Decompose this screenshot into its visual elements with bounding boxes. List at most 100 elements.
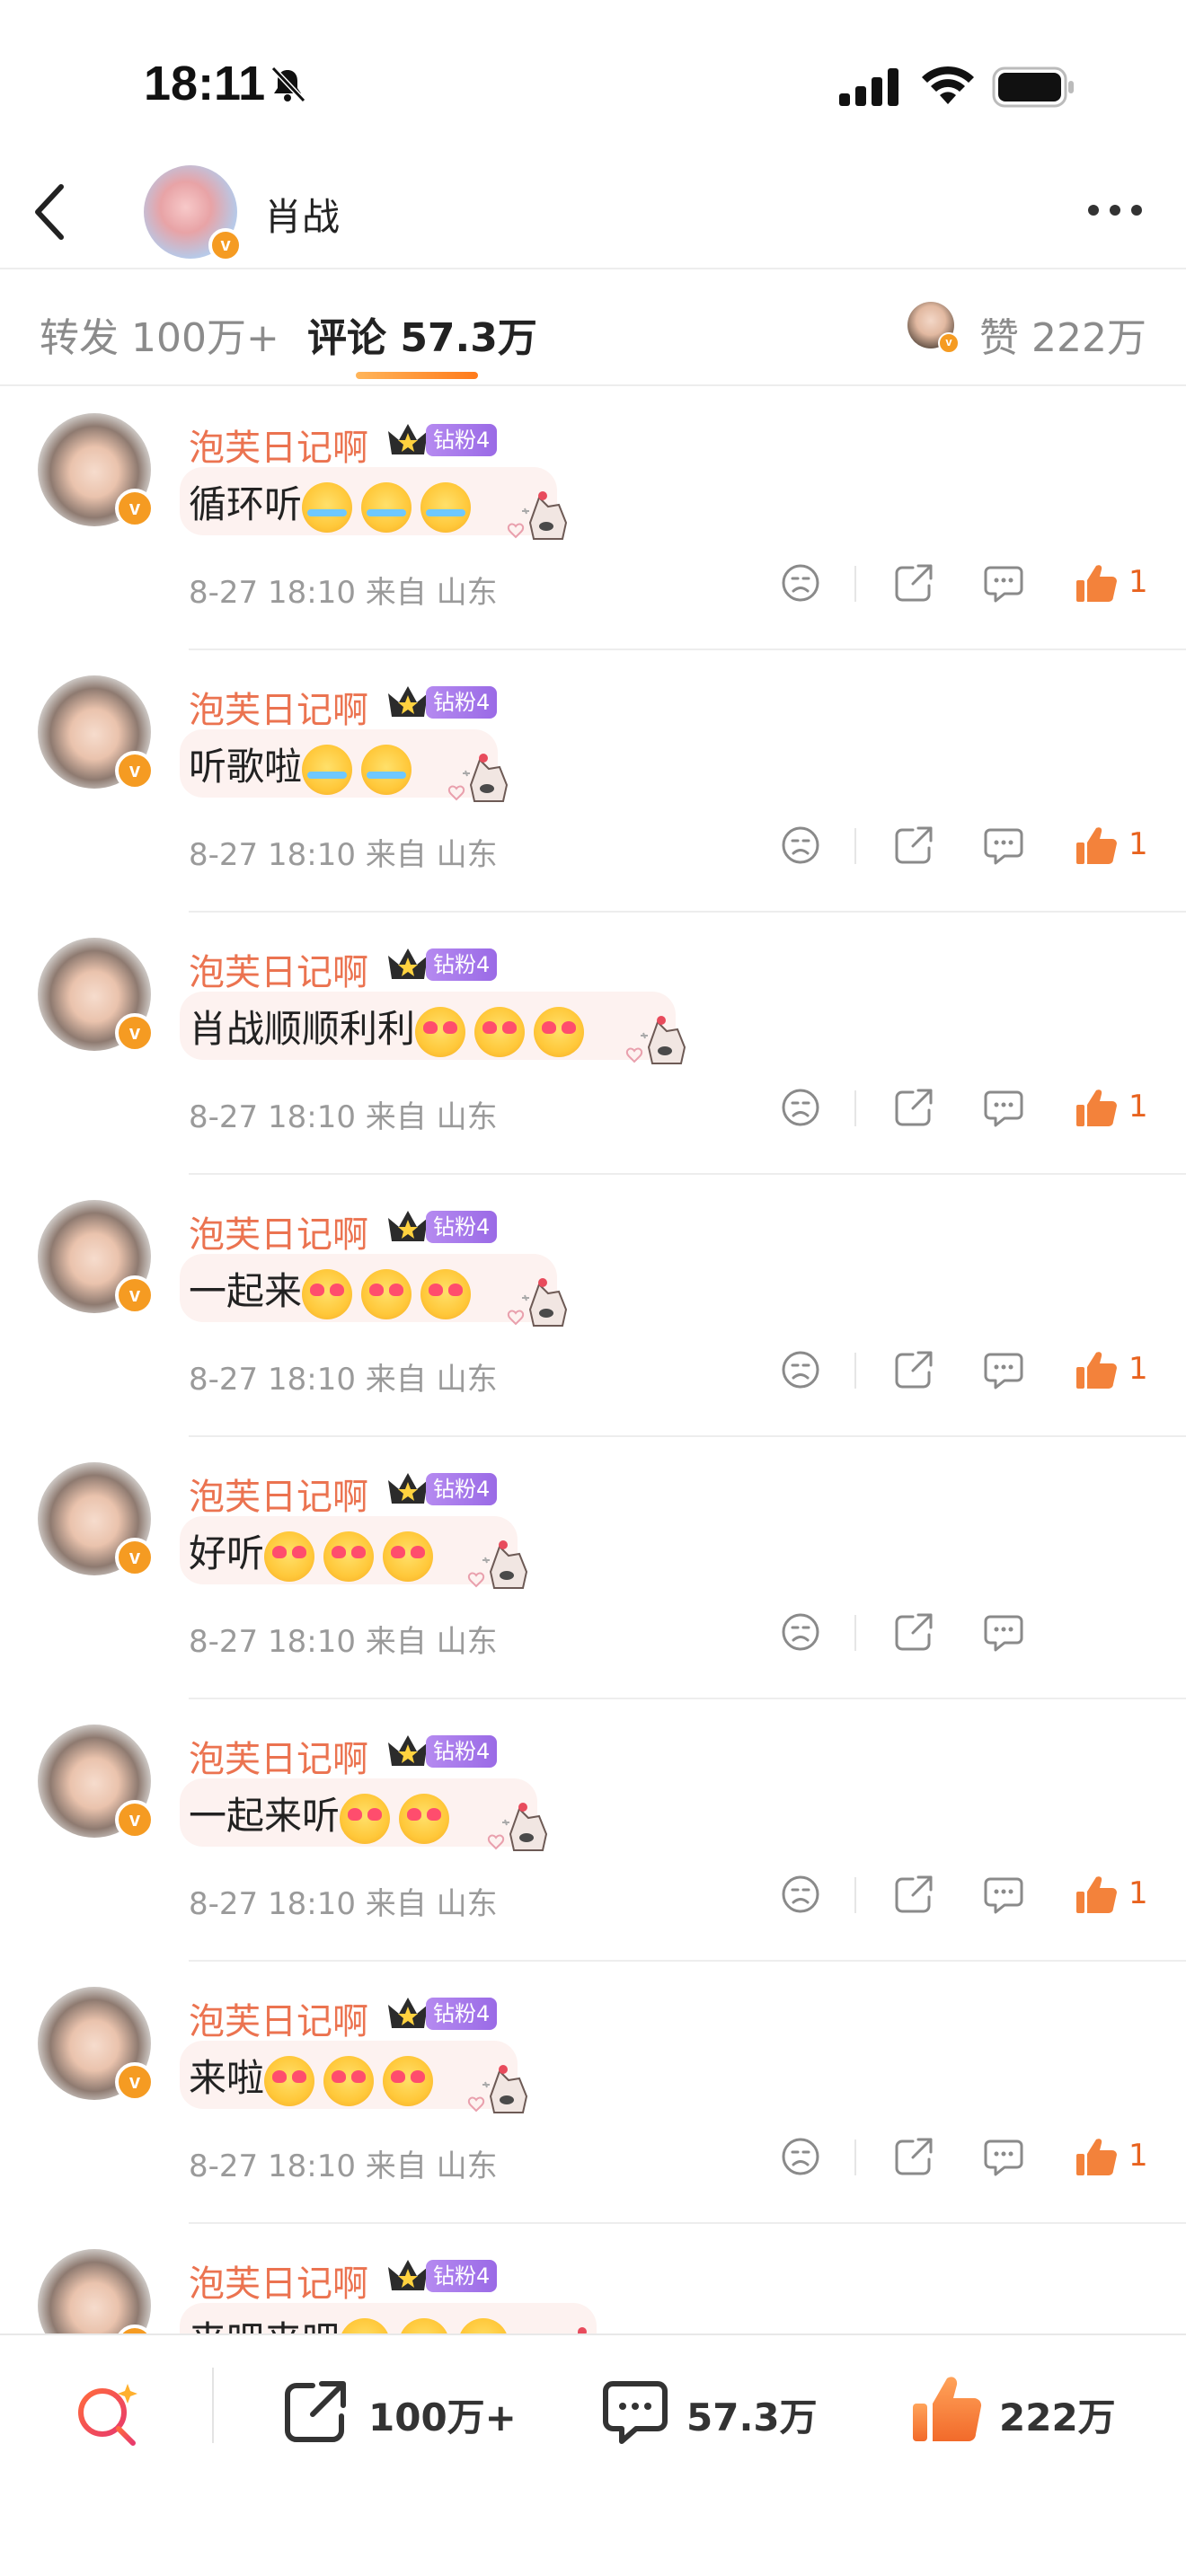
- thumbs-up-icon[interactable]: [1073, 1347, 1118, 1392]
- divider: [854, 828, 856, 864]
- verified-badge: v: [115, 1800, 155, 1839]
- comment-icon[interactable]: [981, 560, 1026, 605]
- dislike-face-icon[interactable]: [778, 1872, 823, 1917]
- commenter-name[interactable]: 泡芙日记啊: [189, 1205, 368, 1257]
- crown-icon: [388, 1211, 428, 1241]
- like-count[interactable]: 222万: [999, 2387, 1116, 2442]
- comment-time-location: 8-27 18:10 来自 山东: [189, 575, 498, 611]
- share-icon[interactable]: [891, 1610, 936, 1654]
- comment-icon[interactable]: [981, 2134, 1026, 2179]
- comment-item[interactable]: v 泡芙日记啊 钻粉4 听歌啦 8-27 18:10 来自 山东 1: [0, 650, 1186, 913]
- share-icon[interactable]: [891, 823, 936, 868]
- comment-item[interactable]: v 泡芙日记啊 钻粉4 循环听 8-27 18:10 来自 山东 1: [0, 388, 1186, 650]
- comment-time-location: 8-27 18:10 来自 山东: [189, 837, 498, 873]
- share-icon[interactable]: [891, 2134, 936, 2179]
- thumbs-up-icon[interactable]: [1073, 1085, 1118, 1130]
- comment-time-location: 8-27 18:10 来自 山东: [189, 1099, 498, 1135]
- dislike-face-icon[interactable]: [778, 560, 823, 605]
- tab-repost[interactable]: 转发 100万+: [40, 305, 279, 363]
- commenter-avatar[interactable]: v: [38, 413, 155, 528]
- fan-level-badge: 钻粉4: [426, 1473, 498, 1505]
- author-avatar[interactable]: v: [144, 165, 243, 262]
- tab-likes[interactable]: 赞 222万: [979, 305, 1146, 363]
- commenter-name[interactable]: 泡芙日记啊: [189, 419, 368, 471]
- heart-eyes-emoji-icon: [420, 1268, 472, 1319]
- commenter-name[interactable]: 泡芙日记啊: [189, 2254, 368, 2307]
- comment-icon[interactable]: [981, 1872, 1026, 1917]
- tears-of-joy-emoji-icon: [302, 744, 353, 795]
- heart-eyes-emoji-icon: [361, 1268, 412, 1319]
- thumbs-up-icon[interactable]: [907, 2371, 985, 2448]
- fan-level-badge: 钻粉4: [426, 686, 498, 719]
- cake-sticker-icon: [507, 491, 568, 540]
- comment-item[interactable]: v 泡芙日记啊 钻粉4 来啦 8-27 18:10 来自 山东 1: [0, 1962, 1186, 2224]
- back-icon[interactable]: [25, 178, 75, 246]
- crown-icon: [388, 1735, 428, 1766]
- crown-icon: [388, 2260, 428, 2290]
- comment-text: 好听: [189, 1523, 442, 1582]
- commenter-name[interactable]: 泡芙日记啊: [189, 943, 368, 995]
- tears-of-joy-emoji-icon: [361, 481, 412, 533]
- search-sparkle-icon[interactable]: [72, 2378, 144, 2450]
- share-icon[interactable]: [891, 560, 936, 605]
- comment-icon[interactable]: [981, 823, 1026, 868]
- verified-badge: v: [115, 2062, 155, 2102]
- author-name[interactable]: 肖战: [264, 187, 340, 242]
- fan-level-badge: 钻粉4: [426, 1735, 498, 1768]
- comment-icon[interactable]: [981, 1085, 1026, 1130]
- thumbs-up-icon[interactable]: [1073, 2134, 1118, 2179]
- comment-text-content: 一起来听: [189, 1794, 341, 1838]
- fan-level-badge: 钻粉4: [426, 1998, 498, 2030]
- commenter-name[interactable]: 泡芙日记啊: [189, 1730, 368, 1782]
- dislike-face-icon[interactable]: [778, 1610, 823, 1654]
- comment-text: 来啦: [189, 2048, 442, 2106]
- comment-icon[interactable]: [981, 1610, 1026, 1654]
- share-icon[interactable]: [280, 2377, 350, 2447]
- comment-count[interactable]: 57.3万: [686, 2387, 818, 2442]
- wifi-icon: [922, 66, 974, 104]
- comment-icon[interactable]: [600, 2377, 670, 2447]
- thumbs-up-icon[interactable]: [1073, 560, 1118, 605]
- comment-item[interactable]: v 泡芙日记啊 钻粉4 一起来听 8-27 18:10 来自 山东 1: [0, 1699, 1186, 1962]
- crown-icon: [388, 948, 428, 979]
- thumbs-up-icon[interactable]: [1073, 823, 1118, 868]
- crown-icon: [388, 1998, 428, 2028]
- commenter-name[interactable]: 泡芙日记啊: [189, 681, 368, 733]
- tears-of-joy-emoji-icon: [302, 481, 353, 533]
- fan-level-badge: 钻粉4: [426, 2260, 498, 2292]
- heart-eyes-emoji-icon: [399, 1793, 450, 1844]
- comment-item[interactable]: v 泡芙日记啊 钻粉4 好听 8-27 18:10 来自 山东: [0, 1437, 1186, 1699]
- divider: [212, 2368, 214, 2443]
- commenter-avatar[interactable]: v: [38, 938, 155, 1053]
- dislike-face-icon[interactable]: [778, 1347, 823, 1392]
- repost-count[interactable]: 100万+: [368, 2387, 517, 2442]
- more-icon[interactable]: [1085, 198, 1145, 223]
- tab-comments[interactable]: 评论 57.3万: [307, 305, 537, 363]
- comment-like-count: 1: [1128, 1875, 1148, 1911]
- battery-icon: [992, 66, 1074, 108]
- comment-icon[interactable]: [981, 1347, 1026, 1392]
- top-nav-bar: v 肖战: [0, 153, 1186, 269]
- dislike-face-icon[interactable]: [778, 1085, 823, 1130]
- thumbs-up-icon[interactable]: [1073, 1872, 1118, 1917]
- commenter-name[interactable]: 泡芙日记啊: [189, 1468, 368, 1520]
- share-icon[interactable]: [891, 1872, 936, 1917]
- commenter-avatar[interactable]: v: [38, 1462, 155, 1577]
- heart-eyes-emoji-icon: [323, 2055, 375, 2106]
- status-time: 18:11: [144, 57, 266, 110]
- dislike-face-icon[interactable]: [778, 823, 823, 868]
- comment-item[interactable]: v 泡芙日记啊 钻粉4 一起来 8-27 18:10 来自 山东 1: [0, 1175, 1186, 1437]
- commenter-name[interactable]: 泡芙日记啊: [189, 1992, 368, 2044]
- heart-eyes-emoji-icon: [340, 1793, 391, 1844]
- divider: [854, 1615, 856, 1651]
- commenter-avatar[interactable]: v: [38, 1200, 155, 1315]
- commenter-avatar[interactable]: v: [38, 1725, 155, 1839]
- dislike-face-icon[interactable]: [778, 2134, 823, 2179]
- comment-item[interactable]: v 泡芙日记啊 钻粉4 肖战顺顺利利 8-27 18:10 来自 山东 1: [0, 913, 1186, 1175]
- commenter-avatar[interactable]: v: [38, 1987, 155, 2102]
- comment-like-count: 1: [1128, 826, 1148, 862]
- share-icon[interactable]: [891, 1085, 936, 1130]
- bell-slash-icon: [270, 66, 306, 103]
- share-icon[interactable]: [891, 1347, 936, 1392]
- commenter-avatar[interactable]: v: [38, 675, 155, 790]
